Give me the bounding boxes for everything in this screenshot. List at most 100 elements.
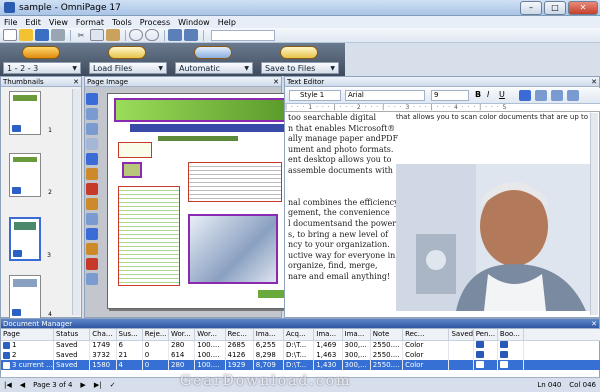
maximize-button[interactable]: □ [544, 0, 566, 15]
zone-tool-icon[interactable] [86, 213, 98, 225]
column-header[interactable]: Status [53, 329, 91, 341]
menu-file[interactable]: File [0, 18, 21, 27]
close-icon[interactable]: ✕ [591, 320, 597, 328]
select-tool-icon[interactable] [86, 93, 98, 105]
delete-zone-icon[interactable] [86, 183, 98, 195]
align-left-icon[interactable] [519, 90, 531, 101]
zone-tool-icon[interactable] [86, 153, 98, 165]
image-zone[interactable] [122, 162, 142, 178]
column-indicator: Col 046 [569, 381, 596, 389]
menu-format[interactable]: Format [72, 18, 108, 27]
align-center-icon[interactable] [535, 90, 547, 101]
font-select[interactable]: Arial [345, 90, 425, 101]
new-icon[interactable] [3, 29, 17, 41]
thumbnail-page-4[interactable]: 4 [9, 275, 52, 319]
copy-icon[interactable] [90, 29, 104, 41]
page-image-document[interactable] [107, 93, 295, 309]
bold-icon[interactable]: B [475, 90, 485, 101]
workflow-label: 1 - 2 - 3 [7, 63, 39, 73]
last-page-icon[interactable]: ▶| [90, 381, 106, 389]
column-header[interactable]: Ima... [313, 329, 343, 341]
menu-edit[interactable]: Edit [21, 18, 45, 27]
text-zone-icon[interactable] [86, 198, 98, 210]
text-zone[interactable] [158, 136, 238, 141]
workflow-select[interactable]: 1 - 2 - 3 ▼ [3, 62, 81, 74]
scan-icon[interactable] [168, 29, 182, 41]
column-header[interactable]: Saved [448, 329, 474, 341]
column-header[interactable]: Rec... [402, 329, 450, 341]
menu-help[interactable]: Help [214, 18, 240, 27]
zoom-combo[interactable] [211, 29, 275, 41]
save-to-files-select[interactable]: Save to Files ▼ [261, 62, 339, 74]
column-header[interactable]: Ima... [342, 329, 371, 341]
close-button[interactable]: ✕ [568, 0, 598, 15]
zone-tool-icon[interactable] [86, 123, 98, 135]
zone-tool-icon[interactable] [86, 108, 98, 120]
prev-page-icon[interactable]: ◀ [16, 381, 29, 389]
image-zone-photo[interactable] [188, 214, 278, 284]
text-zone-icon[interactable] [86, 168, 98, 180]
thumbnail-page-1[interactable]: 1 [9, 91, 52, 135]
menu-tools[interactable]: Tools [108, 18, 136, 27]
close-icon[interactable]: ✕ [73, 78, 79, 86]
close-icon[interactable]: ✕ [273, 78, 279, 86]
italic-icon[interactable]: I [487, 90, 497, 101]
zone-tool-icon[interactable] [86, 228, 98, 240]
column-header[interactable]: Note [370, 329, 404, 341]
undo-icon[interactable] [129, 29, 143, 41]
column-header[interactable]: Page [1, 329, 54, 341]
print-icon[interactable] [51, 29, 65, 41]
column-header[interactable]: Rec... [225, 329, 254, 341]
column-header[interactable]: Acq... [283, 329, 315, 341]
text-zone-icon[interactable] [86, 243, 98, 255]
column-header[interactable]: Wor... [194, 329, 226, 341]
align-right-icon[interactable] [551, 90, 563, 101]
text-zone-column[interactable] [118, 186, 180, 286]
header-zone[interactable] [114, 98, 290, 122]
menu-window[interactable]: Window [174, 18, 214, 27]
open-icon[interactable] [19, 29, 33, 41]
underline-icon[interactable]: U [499, 90, 509, 101]
cut-icon[interactable]: ✂ [74, 29, 88, 41]
thumbnail-page-2[interactable]: 2 [9, 153, 52, 197]
load-files-icon[interactable] [108, 46, 146, 59]
load-files-select[interactable]: Load Files ▼ [89, 62, 167, 74]
recognized-text[interactable]: too searchable digital n that enables Mi… [288, 113, 403, 283]
justify-icon[interactable] [567, 90, 579, 101]
thumbnails-scrollbar[interactable] [72, 89, 80, 315]
ocr-icon[interactable] [194, 46, 232, 59]
column-header[interactable]: Reje... [142, 329, 170, 341]
save-to-files-icon[interactable] [280, 46, 318, 59]
ocr-select[interactable]: Automatic ▼ [175, 62, 253, 74]
paste-icon[interactable] [106, 29, 120, 41]
table-row[interactable]: 2 Saved 3732 21 0 614 100.... 4126 8,298… [1, 350, 600, 360]
text-zone[interactable] [118, 142, 152, 158]
zone-tool-icon[interactable] [86, 273, 98, 285]
redo-icon[interactable] [145, 29, 159, 41]
zone-tool-icon[interactable] [86, 258, 98, 270]
menu-view[interactable]: View [45, 18, 72, 27]
zone-tool-icon[interactable] [86, 138, 98, 150]
workflow-arrow-icon[interactable] [22, 46, 60, 59]
table-row-selected[interactable]: 3 current ... Saved 1580 4 0 280 100....… [1, 360, 600, 370]
column-header[interactable]: Wor... [168, 329, 196, 341]
close-icon[interactable]: ✕ [591, 78, 597, 86]
column-header[interactable]: Sus... [116, 329, 143, 341]
column-header[interactable]: Pen... [473, 329, 498, 341]
email-icon[interactable] [184, 29, 198, 41]
table-row[interactable]: 1 Saved 1749 6 0 280 100.... 2685 6,255 … [1, 340, 600, 350]
text-editor-scrollbar[interactable] [590, 113, 598, 315]
column-header[interactable]: Cha... [89, 329, 117, 341]
column-header[interactable]: Ima... [253, 329, 285, 341]
first-page-icon[interactable]: |◀ [0, 381, 16, 389]
column-header[interactable]: Boo... [497, 329, 525, 341]
minimize-button[interactable]: – [520, 0, 542, 15]
size-select[interactable]: 9 [431, 90, 469, 101]
style-select[interactable]: Style 1 [289, 90, 341, 101]
next-page-icon[interactable]: ▶ [76, 381, 89, 389]
text-zone-body[interactable] [188, 162, 282, 202]
check-icon[interactable]: ✓ [106, 381, 120, 389]
save-icon[interactable] [35, 29, 49, 41]
menu-process[interactable]: Process [136, 18, 174, 27]
thumbnail-page-3[interactable]: 3 [9, 217, 51, 261]
